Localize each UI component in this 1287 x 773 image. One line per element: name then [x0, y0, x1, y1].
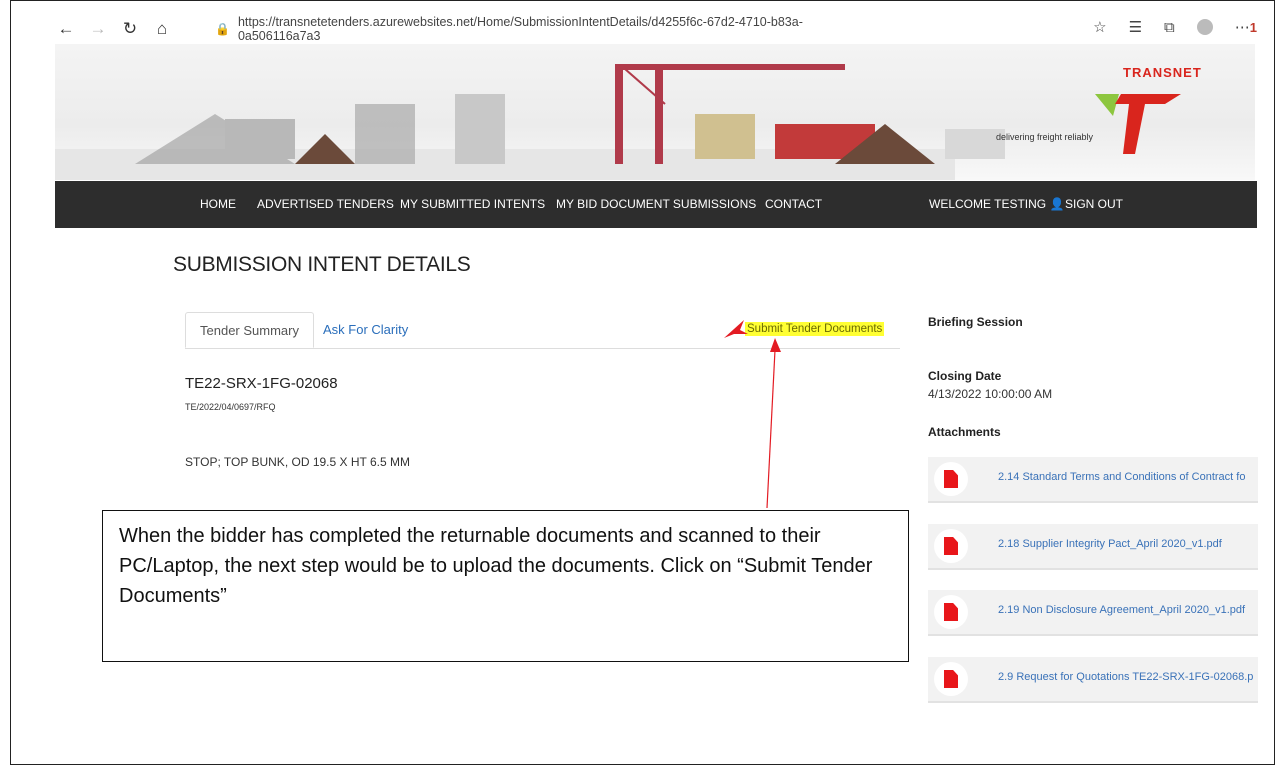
transnet-logo-icon	[1095, 94, 1181, 154]
favorite-star-icon[interactable]: ☆	[1093, 18, 1106, 36]
attachment-item[interactable]: 2.18 Supplier Integrity Pact_April 2020_…	[928, 524, 1258, 570]
pdf-file-icon	[934, 462, 968, 496]
banner-illustration	[55, 64, 1005, 180]
nav-home[interactable]: HOME	[200, 181, 236, 228]
nav-sign-out[interactable]: SIGN OUT	[1065, 181, 1123, 228]
forward-arrow-icon[interactable]: →	[87, 18, 109, 40]
tender-reference: TE/2022/04/0697/RFQ	[185, 402, 276, 412]
attachment-name[interactable]: 2.9 Request for Quotations TE22-SRX-1FG-…	[998, 671, 1253, 683]
submit-tender-documents-link[interactable]: Submit Tender Documents	[745, 322, 885, 336]
nav-welcome-user[interactable]: WELCOME TESTING 👤	[929, 181, 1064, 228]
attachment-name[interactable]: 2.14 Standard Terms and Conditions of Co…	[998, 471, 1245, 483]
attachment-item[interactable]: 2.9 Request for Quotations TE22-SRX-1FG-…	[928, 657, 1258, 703]
attachments-label: Attachments	[928, 425, 1001, 439]
tender-code: TE22-SRX-1FG-02068	[185, 375, 338, 392]
page-title: SUBMISSION INTENT DETAILS	[173, 253, 471, 276]
briefing-session-label: Briefing Session	[928, 315, 1023, 329]
closing-date-label: Closing Date	[928, 369, 1002, 383]
tab-tender-summary[interactable]: Tender Summary	[185, 312, 314, 348]
profile-avatar-icon[interactable]	[1196, 19, 1213, 35]
browser-toolbar: ← → ↻ ⌂ 🔒 https://transnetetenders.azure…	[55, 14, 1265, 44]
tender-description: STOP; TOP BUNK, OD 19.5 X HT 6.5 MM	[185, 455, 410, 469]
back-arrow-icon[interactable]: ←	[55, 18, 77, 40]
collections-icon[interactable]: ⧉	[1164, 19, 1175, 36]
address-bar[interactable]: 🔒 https://transnetetenders.azurewebsites…	[215, 15, 875, 43]
home-icon[interactable]: ⌂	[151, 18, 173, 40]
brand-logo-text: TRANSNET	[1123, 65, 1202, 80]
attachment-name[interactable]: 2.18 Supplier Integrity Pact_April 2020_…	[998, 538, 1222, 550]
browser-actions: ☆ ☰ ⧉ ⋯1	[1093, 18, 1257, 37]
brand-tagline: delivering freight reliably	[996, 132, 1094, 142]
more-menu-icon[interactable]: ⋯1	[1235, 18, 1257, 36]
pdf-file-icon	[934, 662, 968, 696]
attachment-name[interactable]: 2.19 Non Disclosure Agreement_April 2020…	[998, 604, 1245, 616]
main-navigation: HOME ADVERTISED TENDERS MY SUBMITTED INT…	[55, 181, 1257, 228]
user-icon: 👤	[1049, 197, 1065, 211]
welcome-label: WELCOME TESTING	[929, 197, 1047, 211]
lock-icon: 🔒	[215, 22, 230, 36]
instruction-callout: When the bidder has completed the return…	[102, 510, 909, 662]
notification-badge: 1	[1249, 20, 1257, 35]
tab-ask-for-clarity[interactable]: Ask For Clarity	[309, 312, 422, 348]
nav-my-submitted-intents[interactable]: MY SUBMITTED INTENTS	[400, 181, 545, 228]
nav-my-bid-document-submissions[interactable]: MY BID DOCUMENT SUBMISSIONS	[556, 181, 756, 228]
nav-contact[interactable]: CONTACT	[765, 181, 822, 228]
nav-advertised-tenders[interactable]: ADVERTISED TENDERS	[257, 181, 394, 228]
pdf-file-icon	[934, 529, 968, 563]
url-text: https://transnetetenders.azurewebsites.n…	[237, 15, 803, 43]
pdf-file-icon	[934, 595, 968, 629]
closing-date-value: 4/13/2022 10:00:00 AM	[928, 387, 1053, 401]
attachment-item[interactable]: 2.19 Non Disclosure Agreement_April 2020…	[928, 590, 1258, 636]
attachment-item[interactable]: 2.14 Standard Terms and Conditions of Co…	[928, 457, 1258, 503]
favorites-list-icon[interactable]: ☰	[1129, 18, 1142, 36]
reload-icon[interactable]: ↻	[119, 18, 141, 40]
header-banner: TRANSNET delivering freight reliably	[55, 44, 1255, 180]
